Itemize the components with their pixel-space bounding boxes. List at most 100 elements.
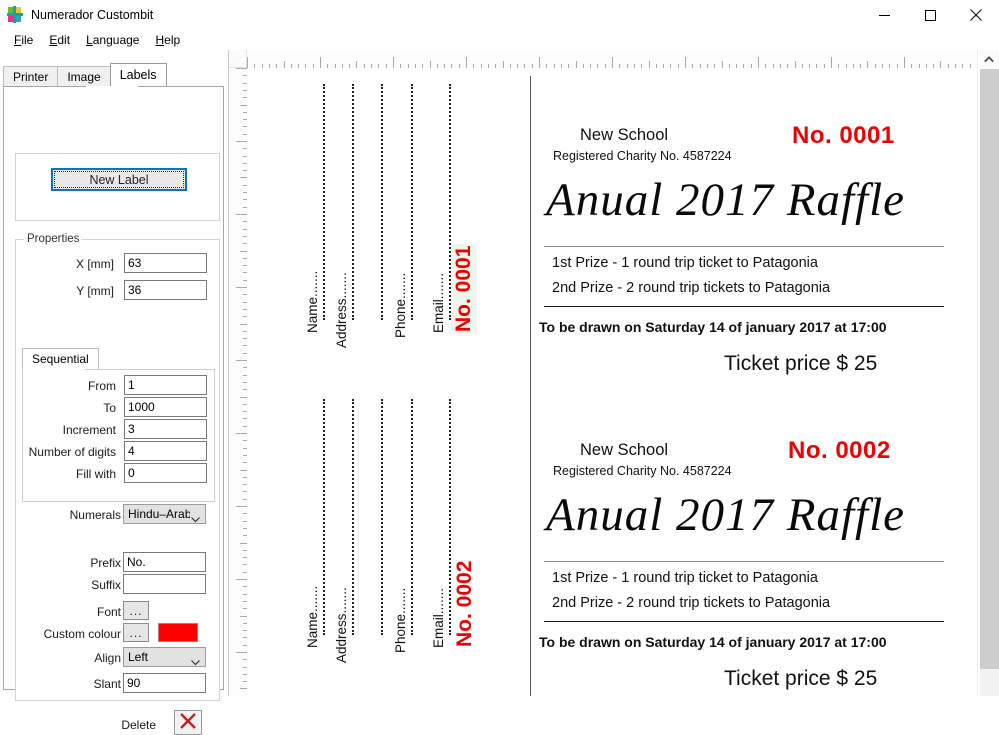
menu-file[interactable]: File	[6, 31, 41, 49]
close-button[interactable]	[953, 0, 999, 30]
ruler-tick	[236, 214, 247, 215]
ruler-tick	[240, 688, 247, 689]
ticket-stub[interactable]: Name....... Address....... Phone....... …	[295, 383, 530, 696]
y-input[interactable]: 36	[124, 280, 207, 300]
to-input[interactable]: 1000	[124, 397, 207, 417]
stub-label-name: Name.......	[305, 270, 320, 333]
ticket-draw-date: To be drawn on Saturday 14 of january 20…	[539, 319, 887, 335]
colour-picker-button[interactable]: ...	[123, 623, 149, 642]
ticket-org-name: New School	[580, 441, 669, 459]
ruler-tick	[649, 61, 650, 68]
scroll-up-button[interactable]	[979, 50, 999, 68]
delete-button[interactable]	[174, 710, 202, 735]
prefix-input[interactable]: No.	[123, 552, 206, 572]
tab-labels[interactable]: Labels	[109, 63, 167, 86]
chevron-up-icon	[984, 52, 994, 66]
maximize-button[interactable]	[907, 0, 953, 30]
new-label-button[interactable]: New Label	[51, 168, 187, 191]
ticket-org-name: New School	[580, 126, 669, 144]
stub-dotted-line	[411, 84, 413, 320]
minimize-button[interactable]	[861, 0, 907, 30]
ruler-tick	[240, 324, 247, 325]
window-title: Numerador Custombit	[31, 8, 154, 22]
ruler-tick	[236, 141, 247, 142]
tab-image[interactable]: Image	[57, 66, 111, 86]
increment-input[interactable]: 3	[124, 419, 207, 439]
menu-edit[interactable]: Edit	[41, 31, 78, 49]
vertical-ruler[interactable]	[229, 68, 247, 696]
ruler-tick	[795, 61, 796, 68]
label-canvas-area[interactable]: Name....... Address....... Phone....... …	[229, 50, 999, 696]
stub-number[interactable]: No. 0002	[453, 561, 477, 647]
ruler-tick	[940, 61, 941, 68]
ruler-tick	[612, 57, 613, 68]
ruler-tick	[236, 506, 247, 507]
stub-label-email: Email.......	[431, 587, 446, 648]
align-select[interactable]: Left	[123, 647, 206, 667]
stub-number[interactable]: No. 0001	[451, 243, 477, 334]
horizontal-ruler[interactable]	[247, 50, 977, 68]
stub-dotted-line	[352, 399, 354, 635]
ticket-stub[interactable]: Name....... Address....... Phone....... …	[295, 68, 530, 398]
align-value: Left	[128, 650, 149, 664]
fill-with-label: Fill with	[75, 467, 116, 481]
ruler-tick	[236, 579, 247, 580]
sequential-tabstrip: Sequential	[22, 348, 99, 369]
ticket-title: Anual 2017 Raffle	[546, 174, 906, 226]
ticket-prize-2: 2nd Prize - 2 round trip tickets to Pata…	[552, 595, 831, 611]
ruler-tick	[576, 61, 577, 68]
increment-label: Increment	[62, 423, 116, 437]
from-input[interactable]: 1	[124, 375, 207, 395]
chevron-down-icon	[191, 510, 200, 528]
properties-group-title: Properties	[24, 233, 83, 245]
ruler-tick	[685, 57, 686, 68]
tab-sequential[interactable]: Sequential	[22, 348, 99, 369]
print-page[interactable]: Name....... Address....... Phone....... …	[247, 68, 977, 696]
x-input[interactable]: 63	[124, 253, 207, 273]
ticket-draw-date: To be drawn on Saturday 14 of january 20…	[539, 634, 887, 650]
to-label: To	[103, 401, 116, 415]
ruler-tick	[240, 543, 247, 544]
prefix-label: Prefix	[90, 556, 121, 570]
ruler-tick	[320, 57, 321, 68]
ruler-tick	[236, 287, 247, 288]
ticket-prize-1: 1st Prize - 1 round trip ticket to Patag…	[552, 255, 818, 271]
menu-file-rest: ile	[21, 33, 34, 47]
stub-label-address: Address.......	[334, 272, 349, 348]
from-label: From	[88, 379, 116, 393]
stub-label-address: Address.......	[334, 587, 349, 663]
colour-swatch[interactable]	[158, 623, 198, 642]
stub-dotted-line	[323, 399, 325, 635]
custom-colour-label: Custom colour	[43, 627, 121, 641]
ticket-rule-bottom	[544, 306, 944, 307]
menu-help[interactable]: Help	[147, 31, 188, 49]
y-label: Y [mm]	[76, 284, 114, 298]
menu-language[interactable]: Language	[78, 31, 147, 49]
ruler-tick	[236, 68, 247, 69]
scrollbar-thumb[interactable]	[980, 69, 999, 669]
font-picker-button[interactable]: ...	[123, 601, 149, 620]
ticket: Name....... Address....... Phone....... …	[247, 68, 967, 398]
numerals-select[interactable]: Hindu–Arab	[123, 504, 206, 524]
ticket-prize-2: 2nd Prize - 2 round trip tickets to Pata…	[552, 280, 831, 296]
new-label-group: New Label	[15, 153, 220, 221]
sequential-panel: From 1 To 1000 Increment 3 Number of dig…	[22, 369, 215, 502]
ticket-number[interactable]: No. 0002	[788, 437, 891, 465]
tab-printer[interactable]: Printer	[3, 66, 59, 86]
numerals-value: Hindu–Arab	[128, 507, 190, 521]
labels-tab-page: New Label Properties X [mm] 63 Y [mm] 36…	[3, 86, 224, 735]
slant-input[interactable]: 90	[123, 673, 206, 693]
ruler-tick	[240, 105, 247, 106]
fill-with-input[interactable]: 0	[124, 463, 207, 483]
ruler-tick	[236, 360, 247, 361]
stub-label-phone: Phone.......	[393, 272, 408, 338]
digits-label: Number of digits	[28, 445, 116, 459]
ruler-tick	[240, 251, 247, 252]
ticket-number[interactable]: No. 0001	[792, 122, 895, 150]
slant-label: Slant	[93, 677, 121, 691]
vertical-scrollbar[interactable]	[977, 50, 999, 696]
digits-input[interactable]: 4	[124, 441, 207, 461]
stub-label-email: Email.......	[431, 272, 446, 333]
suffix-input[interactable]	[123, 574, 206, 594]
title-bar: Numerador Custombit	[0, 0, 999, 30]
